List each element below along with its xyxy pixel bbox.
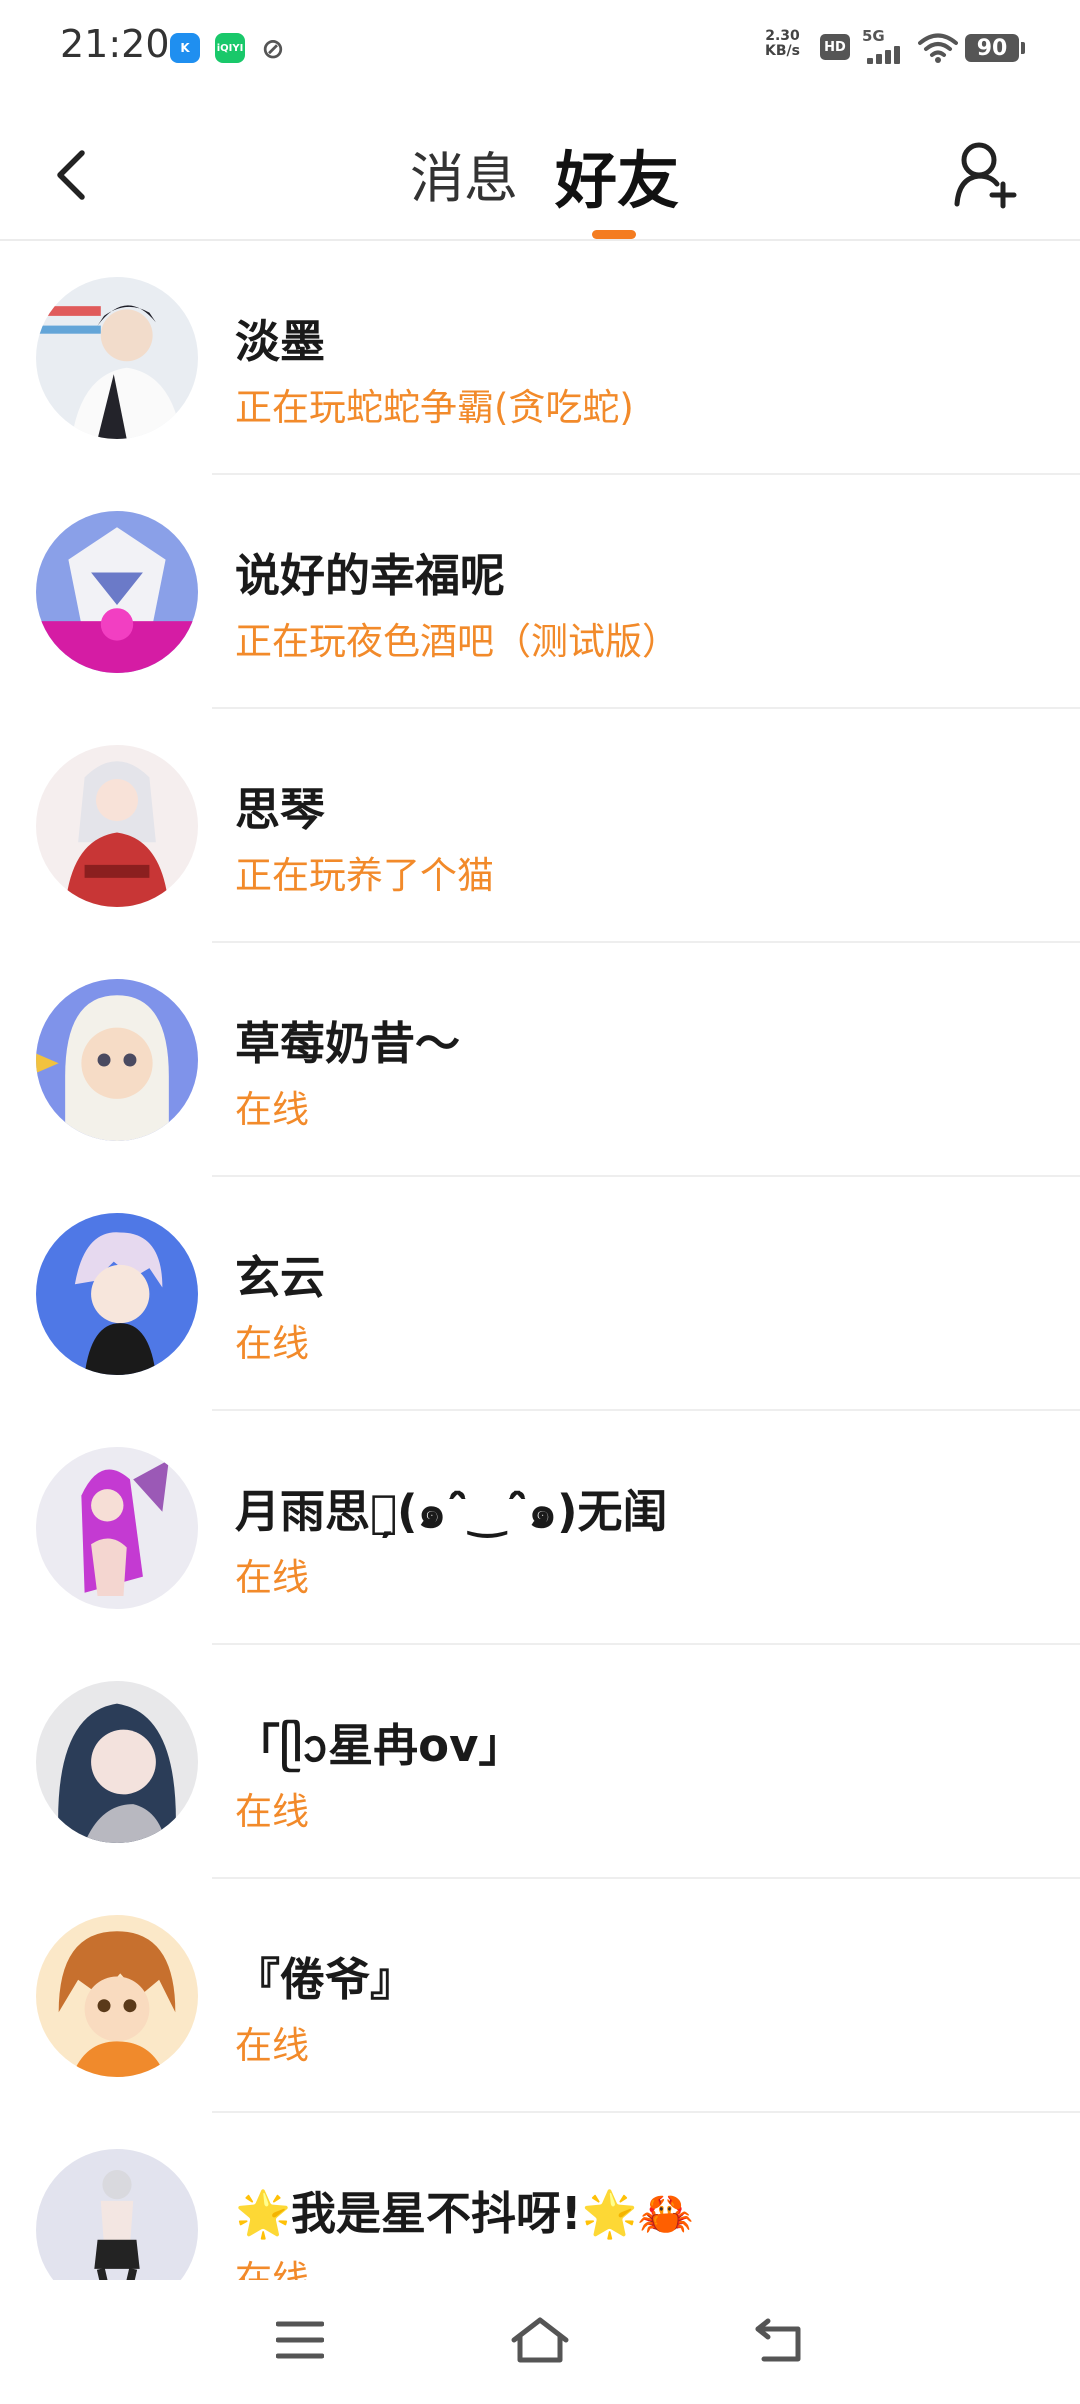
chevron-left-icon — [57, 150, 85, 200]
signal-type: 5G — [862, 27, 885, 45]
friend-status: 在线 — [235, 2024, 309, 2067]
friend-row[interactable]: 『倦爷』 在线 — [0, 1879, 1080, 2113]
battery-icon: 90 — [965, 34, 1025, 62]
avatar — [36, 1915, 198, 2077]
avatar — [36, 979, 198, 1141]
network-speed: 2.30 KB/s — [765, 28, 800, 59]
back-button[interactable] — [40, 130, 100, 220]
friend-row[interactable]: 月雨思醉̦(๑ˆ̑‿ˆ̑๑)无闺 在线 — [0, 1411, 1080, 1645]
friend-row[interactable]: 思琴 正在玩养了个猫 — [0, 709, 1080, 943]
wifi-icon — [918, 33, 958, 63]
tab-friends[interactable]: 好友 — [555, 130, 679, 220]
hd-icon: HD — [820, 34, 850, 60]
friend-name: 说好的幸福呢 — [235, 549, 506, 602]
active-tab-indicator — [592, 230, 636, 239]
status-time: 21:20 — [60, 22, 170, 66]
friend-row[interactable]: 说好的幸福呢 正在玩夜色酒吧（测试版） — [0, 475, 1080, 709]
avatar — [36, 2149, 198, 2281]
link-notification-icon: ⊘ — [261, 31, 285, 65]
system-navigation-bar — [0, 2280, 1080, 2404]
avatar — [36, 511, 198, 673]
back-nav-button[interactable] — [740, 2310, 820, 2370]
menu-icon — [276, 2321, 324, 2359]
friend-name: 🌟我是星不抖呀!🌟🦀 — [235, 2187, 694, 2240]
add-user-icon — [954, 142, 1017, 209]
friend-status: 在线 — [235, 2258, 309, 2281]
recent-apps-button[interactable] — [260, 2310, 340, 2370]
avatar — [36, 1213, 198, 1375]
friend-status: 正在玩蛇蛇争霸(贪吃蛇) — [235, 386, 634, 429]
friend-status: 在线 — [235, 1556, 309, 1599]
friend-name: 『倦爷』 — [235, 1953, 416, 2006]
friend-name: 草莓奶昔～ — [235, 1017, 461, 1070]
home-icon — [511, 2317, 569, 2363]
signal-icon — [867, 44, 903, 64]
header: 消息 好友 — [0, 110, 1080, 240]
friend-row[interactable]: 淡墨 正在玩蛇蛇争霸(贪吃蛇) — [0, 241, 1080, 475]
avatar — [36, 1447, 198, 1609]
avatar — [36, 745, 198, 907]
friend-name: 淡墨 — [235, 315, 326, 368]
friend-status: 在线 — [235, 1322, 309, 1365]
friend-list: 淡墨 正在玩蛇蛇争霸(贪吃蛇) 说好的幸福呢 正在玩夜色酒吧（测试版） 思琴 正… — [0, 241, 1080, 2281]
status-bar: 21:20 K iQIYI ⊘ 2.30 KB/s HD 5G 90 — [0, 0, 1080, 100]
avatar — [36, 1681, 198, 1843]
iqiyi-notification-icon: iQIYI — [215, 33, 245, 63]
friend-row[interactable]: 🌟我是星不抖呀!🌟🦀 在线 — [0, 2113, 1080, 2281]
back-arrow-icon — [755, 2318, 801, 2362]
home-button[interactable] — [500, 2310, 580, 2370]
friends-screen: 21:20 K iQIYI ⊘ 2.30 KB/s HD 5G 90 消息 好友 — [0, 0, 1080, 2404]
friend-name: 思琴 — [235, 783, 326, 836]
friend-status: 正在玩养了个猫 — [235, 854, 494, 897]
add-friend-button[interactable] — [945, 130, 1025, 220]
friend-name: 玄云 — [235, 1251, 326, 1304]
app-notification-icon: K — [170, 33, 200, 63]
friend-row[interactable]: 草莓奶昔～ 在线 — [0, 943, 1080, 1177]
tab-messages[interactable]: 消息 — [410, 134, 518, 213]
friend-status: 在线 — [235, 1790, 309, 1833]
friend-name: 月雨思醉̦(๑ˆ̑‿ˆ̑๑)无闺 — [235, 1485, 668, 1538]
friend-row[interactable]: 玄云 在线 — [0, 1177, 1080, 1411]
avatar — [36, 277, 198, 439]
friend-row[interactable]: 「ᥫᩣ星冉ov」 在线 — [0, 1645, 1080, 1879]
friend-name: 「ᥫᩣ星冉ov」 — [235, 1719, 524, 1772]
friend-status: 在线 — [235, 1088, 309, 1131]
friend-status: 正在玩夜色酒吧（测试版） — [235, 620, 679, 663]
